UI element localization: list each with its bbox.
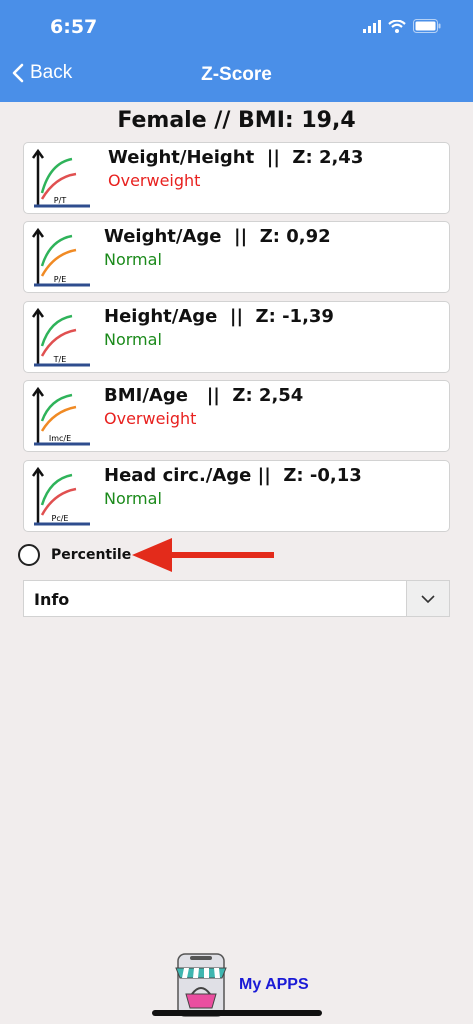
nav-bar: 6:57 Back Z-Score bbox=[0, 0, 473, 102]
card-status: Overweight bbox=[104, 409, 197, 428]
growth-chart-icon: P/T bbox=[31, 148, 90, 208]
signal-icon bbox=[363, 19, 381, 33]
page-title: Z-Score bbox=[201, 64, 272, 85]
store-phone-icon[interactable] bbox=[172, 948, 230, 1018]
growth-chart-icon: Imc/E bbox=[31, 386, 90, 446]
card-weight-height[interactable]: P/T Weight/Height || Z: 2,43 Overweight bbox=[23, 142, 450, 214]
card-weight-age[interactable]: P/E Weight/Age || Z: 0,92 Normal bbox=[23, 221, 450, 293]
card-status: Overweight bbox=[108, 171, 201, 190]
growth-chart-icon: Pc/E bbox=[31, 466, 90, 526]
status-icons bbox=[363, 16, 441, 36]
icon-label: P/E bbox=[54, 275, 67, 284]
red-arrow-icon bbox=[132, 538, 274, 572]
card-status: Normal bbox=[104, 250, 162, 269]
my-apps-link[interactable]: My APPS bbox=[239, 976, 309, 994]
card-status: Normal bbox=[104, 489, 162, 508]
patient-summary: Female // BMI: 19,4 bbox=[117, 108, 356, 133]
chevron-down-icon bbox=[421, 594, 435, 603]
card-height-age[interactable]: T/E Height/Age || Z: -1,39 Normal bbox=[23, 301, 450, 373]
info-dropdown[interactable]: Info bbox=[23, 580, 450, 617]
percentile-radio[interactable] bbox=[18, 544, 40, 566]
card-title: Weight/Height || Z: 2,43 bbox=[108, 147, 364, 168]
icon-label: Imc/E bbox=[49, 434, 71, 443]
info-label: Info bbox=[34, 590, 70, 609]
percentile-label: Percentile bbox=[51, 547, 132, 563]
icon-label: P/T bbox=[54, 196, 67, 205]
card-status: Normal bbox=[104, 330, 162, 349]
card-title: Head circ./Age || Z: -0,13 bbox=[104, 465, 362, 486]
card-title: Weight/Age || Z: 0,92 bbox=[104, 226, 331, 247]
card-title: Height/Age || Z: -1,39 bbox=[104, 306, 334, 327]
wifi-icon bbox=[388, 19, 406, 33]
icon-label: T/E bbox=[53, 355, 67, 364]
home-indicator bbox=[152, 1010, 322, 1016]
dropdown-toggle[interactable] bbox=[406, 581, 449, 616]
card-bmi-age[interactable]: Imc/E BMI/Age || Z: 2,54 Overweight bbox=[23, 380, 450, 452]
battery-icon bbox=[413, 19, 441, 33]
status-time: 6:57 bbox=[50, 16, 98, 38]
card-head-circ-age[interactable]: Pc/E Head circ./Age || Z: -0,13 Normal bbox=[23, 460, 450, 532]
growth-chart-icon: P/E bbox=[31, 227, 90, 287]
icon-label: Pc/E bbox=[52, 514, 69, 523]
growth-chart-icon: T/E bbox=[31, 307, 90, 367]
card-title: BMI/Age || Z: 2,54 bbox=[104, 385, 304, 406]
